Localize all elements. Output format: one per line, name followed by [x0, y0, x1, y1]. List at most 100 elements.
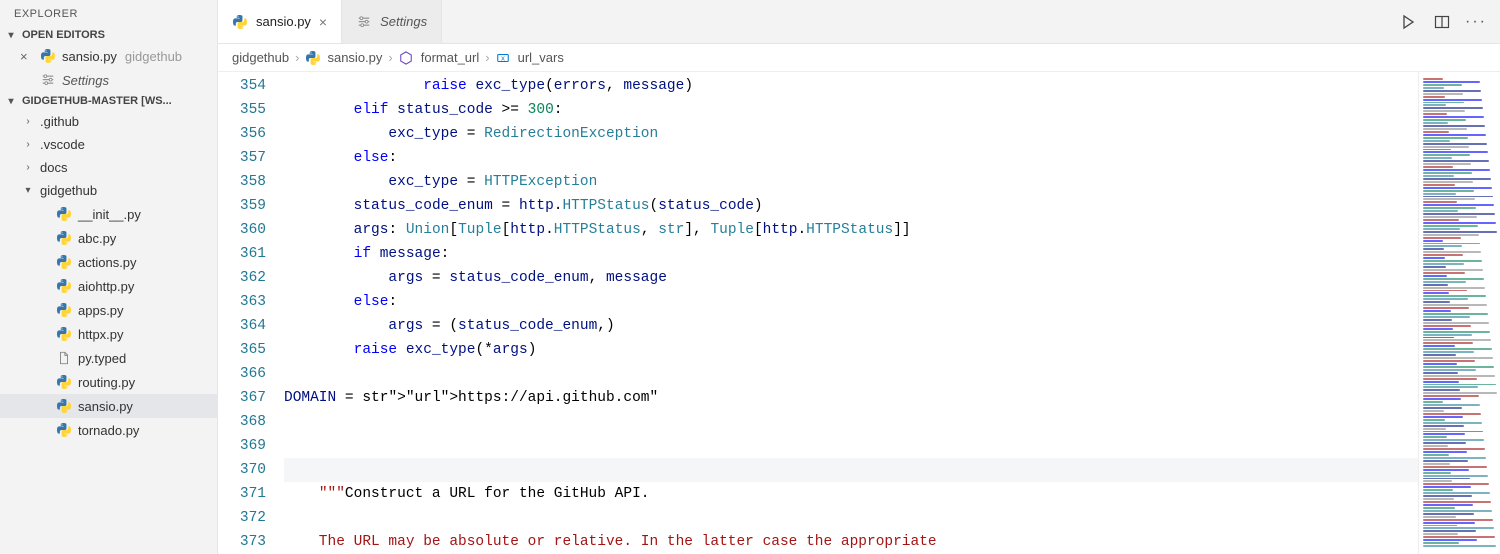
code-line[interactable]: args: Union[Tuple[http.HTTPStatus, str],…	[284, 218, 1418, 242]
editor-group: sansio.py × Settings ··· gidgethub › sansi…	[218, 0, 1500, 554]
line-number: 359	[218, 194, 266, 218]
tree-item-label: httpx.py	[78, 327, 124, 342]
tree-folder[interactable]: › .github	[0, 110, 217, 133]
chevron-down-icon: ▾	[22, 185, 34, 196]
open-editor-item[interactable]: × sansio.py gidgethub	[0, 44, 217, 68]
python-icon	[56, 254, 72, 270]
breadcrumb-item[interactable]: sansio.py	[327, 50, 382, 65]
line-number: 373	[218, 530, 266, 554]
editor-tab[interactable]: Settings	[342, 0, 442, 43]
code-content[interactable]: raise exc_type(errors, message) elif sta…	[284, 72, 1418, 554]
tree-item-label: gidgethub	[40, 183, 97, 198]
tree-file[interactable]: __init__.py	[0, 202, 217, 226]
breadcrumb-separator: ›	[388, 50, 392, 65]
breadcrumb-separator: ›	[295, 50, 299, 65]
line-number: 363	[218, 290, 266, 314]
code-line[interactable]: else:	[284, 146, 1418, 170]
tree-folder[interactable]: ›.vscode	[0, 133, 217, 156]
editor-actions: ···	[1398, 0, 1500, 43]
line-number: 355	[218, 98, 266, 122]
run-icon[interactable]	[1398, 12, 1418, 32]
open-editor-label: sansio.py	[62, 49, 117, 64]
explorer-sidebar: EXPLORER ▾ OPEN EDITORS × sansio.py gidge…	[0, 0, 218, 554]
breadcrumb-item[interactable]: url_vars	[518, 50, 564, 65]
code-line[interactable]: if message:	[284, 242, 1418, 266]
open-editor-item[interactable]: Settings	[0, 68, 217, 92]
breadcrumb-item[interactable]: format_url	[421, 50, 480, 65]
settings-icon	[40, 72, 56, 88]
code-line[interactable]: """Construct a URL for the GitHub API.	[284, 482, 1418, 506]
python-icon	[56, 206, 72, 222]
line-number: 372	[218, 506, 266, 530]
tree-file[interactable]: py.typed	[0, 346, 217, 370]
line-number: 358	[218, 170, 266, 194]
code-line[interactable]	[284, 362, 1418, 386]
code-line[interactable]: exc_type = RedirectionException	[284, 122, 1418, 146]
python-icon	[40, 48, 56, 64]
workspace-header[interactable]: ▾ GIDGETHUB-MASTER [WS...	[0, 92, 217, 110]
tree-file[interactable]: actions.py	[0, 250, 217, 274]
code-line[interactable]: else:	[284, 290, 1418, 314]
tree-file[interactable]: abc.py	[0, 226, 217, 250]
code-line[interactable]: def format_url(url: str, url_vars: Mappi…	[284, 458, 1418, 482]
code-line[interactable]: elif status_code >= 300:	[284, 98, 1418, 122]
line-number: 364	[218, 314, 266, 338]
code-line[interactable]: The URL may be absolute or relative. In …	[284, 530, 1418, 554]
python-icon	[56, 230, 72, 246]
more-icon[interactable]: ···	[1466, 12, 1486, 32]
chevron-down-icon: ▾	[4, 96, 18, 107]
open-editors-header[interactable]: ▾ OPEN EDITORS	[0, 26, 217, 44]
tree-file[interactable]: tornado.py	[0, 418, 217, 442]
code-line[interactable]	[284, 506, 1418, 530]
code-line[interactable]: DOMAIN = str">"url">https://api.github.c…	[284, 386, 1418, 410]
tree-item-label: docs	[40, 160, 67, 175]
code-line[interactable]: status_code_enum = http.HTTPStatus(statu…	[284, 194, 1418, 218]
chevron-right-icon: ›	[22, 116, 34, 127]
code-editor[interactable]: 3543553563573583593603613623633643653663…	[218, 72, 1500, 554]
tree-file[interactable]: sansio.py	[0, 394, 217, 418]
tab-label: sansio.py	[256, 14, 311, 29]
tree-item-label: tornado.py	[78, 423, 139, 438]
tree-file[interactable]: aiohttp.py	[0, 274, 217, 298]
tab-label: Settings	[380, 14, 427, 29]
minimap[interactable]	[1418, 72, 1500, 554]
open-editor-hint: gidgethub	[125, 49, 182, 64]
python-icon	[305, 50, 321, 66]
code-line[interactable]: raise exc_type(*args)	[284, 338, 1418, 362]
python-icon	[56, 374, 72, 390]
python-icon	[56, 302, 72, 318]
line-number: 360	[218, 218, 266, 242]
tree-folder[interactable]: ›docs	[0, 156, 217, 179]
open-editors-label: OPEN EDITORS	[22, 29, 105, 41]
tree-folder[interactable]: ▾ gidgethub	[0, 179, 217, 202]
code-line[interactable]: exc_type = HTTPException	[284, 170, 1418, 194]
code-line[interactable]	[284, 434, 1418, 458]
close-icon[interactable]: ×	[20, 49, 34, 64]
split-editor-icon[interactable]	[1432, 12, 1452, 32]
editor-tab[interactable]: sansio.py ×	[218, 0, 342, 43]
breadcrumb-item[interactable]: gidgethub	[232, 50, 289, 65]
breadcrumbs[interactable]: gidgethub› sansio.py› format_url› x url_…	[218, 44, 1500, 72]
breadcrumb-separator: ›	[485, 50, 489, 65]
file-icon	[56, 350, 72, 366]
line-number: 367	[218, 386, 266, 410]
tree-file[interactable]: apps.py	[0, 298, 217, 322]
tree-item-label: apps.py	[78, 303, 124, 318]
line-number: 368	[218, 410, 266, 434]
close-icon[interactable]: ×	[319, 14, 327, 30]
line-number: 362	[218, 266, 266, 290]
explorer-title: EXPLORER	[0, 0, 217, 26]
tree-file[interactable]: httpx.py	[0, 322, 217, 346]
chevron-down-icon: ▾	[4, 30, 18, 41]
tree-item-label: aiohttp.py	[78, 279, 134, 294]
code-line[interactable]: raise exc_type(errors, message)	[284, 74, 1418, 98]
line-number: 365	[218, 338, 266, 362]
tree-item-label: .github	[40, 114, 79, 129]
code-line[interactable]: args = status_code_enum, message	[284, 266, 1418, 290]
line-number: 366	[218, 362, 266, 386]
code-line[interactable]	[284, 410, 1418, 434]
code-line[interactable]: args = (status_code_enum,)	[284, 314, 1418, 338]
line-number-gutter: 3543553563573583593603613623633643653663…	[218, 72, 284, 554]
line-number: 357	[218, 146, 266, 170]
tree-file[interactable]: routing.py	[0, 370, 217, 394]
